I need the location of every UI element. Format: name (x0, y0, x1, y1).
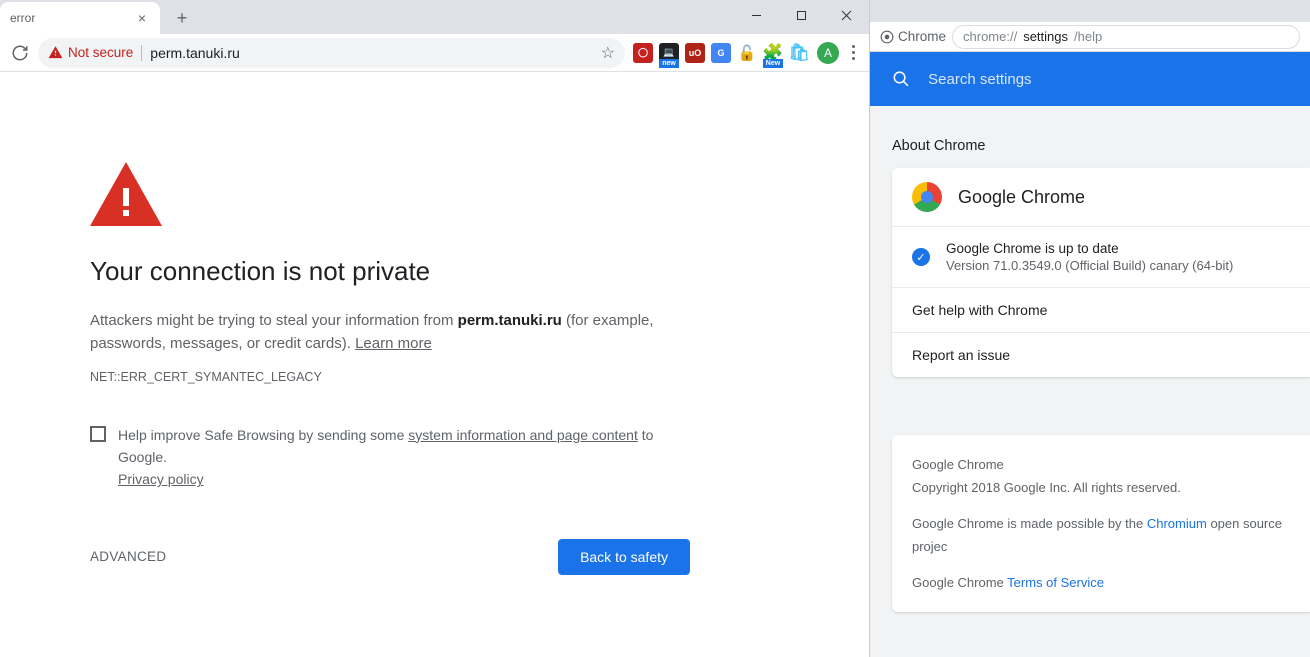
footer-copyright: Copyright 2018 Google Inc. All rights re… (912, 476, 1290, 499)
report-issue-link[interactable]: Report an issue (892, 332, 1310, 377)
address-bar[interactable]: chrome://settings/help (952, 25, 1300, 49)
interstitial-heading: Your connection is not private (90, 256, 690, 287)
learn-more-link[interactable]: Learn more (355, 335, 432, 352)
chrome-menu-button[interactable] (843, 45, 863, 60)
check-circle-icon: ✓ (912, 248, 930, 266)
interstitial-body: Attackers might be trying to steal your … (90, 309, 690, 356)
extension-icon[interactable]: 💻new (659, 43, 679, 63)
settings-window: Chrome chrome://settings/help About Chro… (870, 0, 1310, 657)
extension-icon[interactable]: uO (685, 43, 705, 63)
profile-avatar[interactable]: A (817, 42, 839, 64)
extension-icons: ◯ 💻new uO G 🔓 🧩New 🛍 (629, 43, 813, 63)
window-close-button[interactable] (824, 0, 869, 30)
version-string: Version 71.0.3549.0 (Official Build) can… (946, 258, 1233, 273)
tab-strip: error × + (0, 0, 869, 34)
window-maximize-button[interactable] (779, 0, 824, 30)
back-to-safety-button[interactable]: Back to safety (558, 539, 690, 575)
reload-button[interactable] (6, 39, 34, 67)
update-status: Google Chrome is up to date (946, 241, 1233, 256)
tab-title: error (10, 11, 134, 25)
advanced-button[interactable]: ADVANCED (90, 549, 166, 564)
browser-toolbar: Not secure perm.tanuki.ru ☆ ◯ 💻new uO G … (0, 34, 869, 72)
settings-search-input[interactable] (928, 71, 1288, 88)
security-indicator[interactable]: Not secure (48, 45, 133, 60)
opt-in-row: Help improve Safe Browsing by sending so… (90, 424, 690, 491)
not-secure-label: Not secure (68, 45, 133, 60)
chrome-canary-logo-icon (912, 182, 942, 212)
section-title: About Chrome (870, 126, 1310, 168)
address-bar[interactable]: Not secure perm.tanuki.ru ☆ (38, 38, 625, 68)
window-controls (734, 0, 869, 30)
browser-toolbar: Chrome chrome://settings/help (870, 22, 1310, 52)
bookmark-star-icon[interactable]: ☆ (601, 43, 615, 63)
settings-search-bar (870, 52, 1310, 106)
interstitial-actions: ADVANCED Back to safety (90, 539, 690, 575)
extension-icon[interactable]: G (711, 43, 731, 63)
ssl-interstitial: Your connection is not private Attackers… (90, 162, 690, 657)
host-name: perm.tanuki.ru (458, 312, 562, 329)
extension-icon[interactable]: ◯ (633, 43, 653, 63)
privacy-policy-link[interactable]: Privacy policy (118, 471, 204, 487)
about-footer: Google Chrome Copyright 2018 Google Inc.… (892, 435, 1310, 612)
footer-chromium: Google Chrome is made possible by the Ch… (912, 512, 1290, 559)
window-minimize-button[interactable] (734, 0, 779, 30)
omnibox-separator (141, 45, 142, 61)
page-content: Your connection is not private Attackers… (0, 72, 869, 657)
extension-icon[interactable]: 🔓 (737, 43, 757, 63)
error-code: NET::ERR_CERT_SYMANTEC_LEGACY (90, 370, 690, 384)
footer-product: Google Chrome (912, 453, 1290, 476)
chrome-icon (880, 30, 894, 44)
tab-close-icon[interactable]: × (134, 10, 150, 26)
product-name: Google Chrome (958, 187, 1085, 208)
tos-link[interactable]: Terms of Service (1007, 575, 1104, 590)
about-card: Google Chrome ✓ Google Chrome is up to d… (892, 168, 1310, 377)
tab-strip (870, 0, 1310, 22)
chromium-link[interactable]: Chromium (1147, 516, 1207, 531)
search-icon (892, 69, 910, 89)
omnibox-url: perm.tanuki.ru (150, 45, 239, 61)
site-chip[interactable]: Chrome (880, 29, 946, 44)
browser-tab[interactable]: error × (0, 2, 160, 34)
privacy-error-window: error × + Not secure perm.tanuki.ru ☆ ◯ … (0, 0, 870, 657)
extension-icon[interactable]: 🛍 (789, 43, 809, 63)
opt-in-details-link[interactable]: system information and page content (408, 427, 638, 443)
footer-tos: Google Chrome Terms of Service (912, 571, 1290, 594)
product-row: Google Chrome (892, 168, 1310, 226)
extension-icon[interactable]: 🧩New (763, 43, 783, 63)
new-tab-button[interactable]: + (168, 4, 196, 32)
opt-in-checkbox[interactable] (90, 426, 106, 442)
warning-triangle-icon (90, 162, 690, 226)
settings-content: About Chrome Google Chrome ✓ Google Chro… (870, 106, 1310, 657)
get-help-link[interactable]: Get help with Chrome (892, 287, 1310, 332)
version-row: ✓ Google Chrome is up to date Version 71… (892, 226, 1310, 287)
